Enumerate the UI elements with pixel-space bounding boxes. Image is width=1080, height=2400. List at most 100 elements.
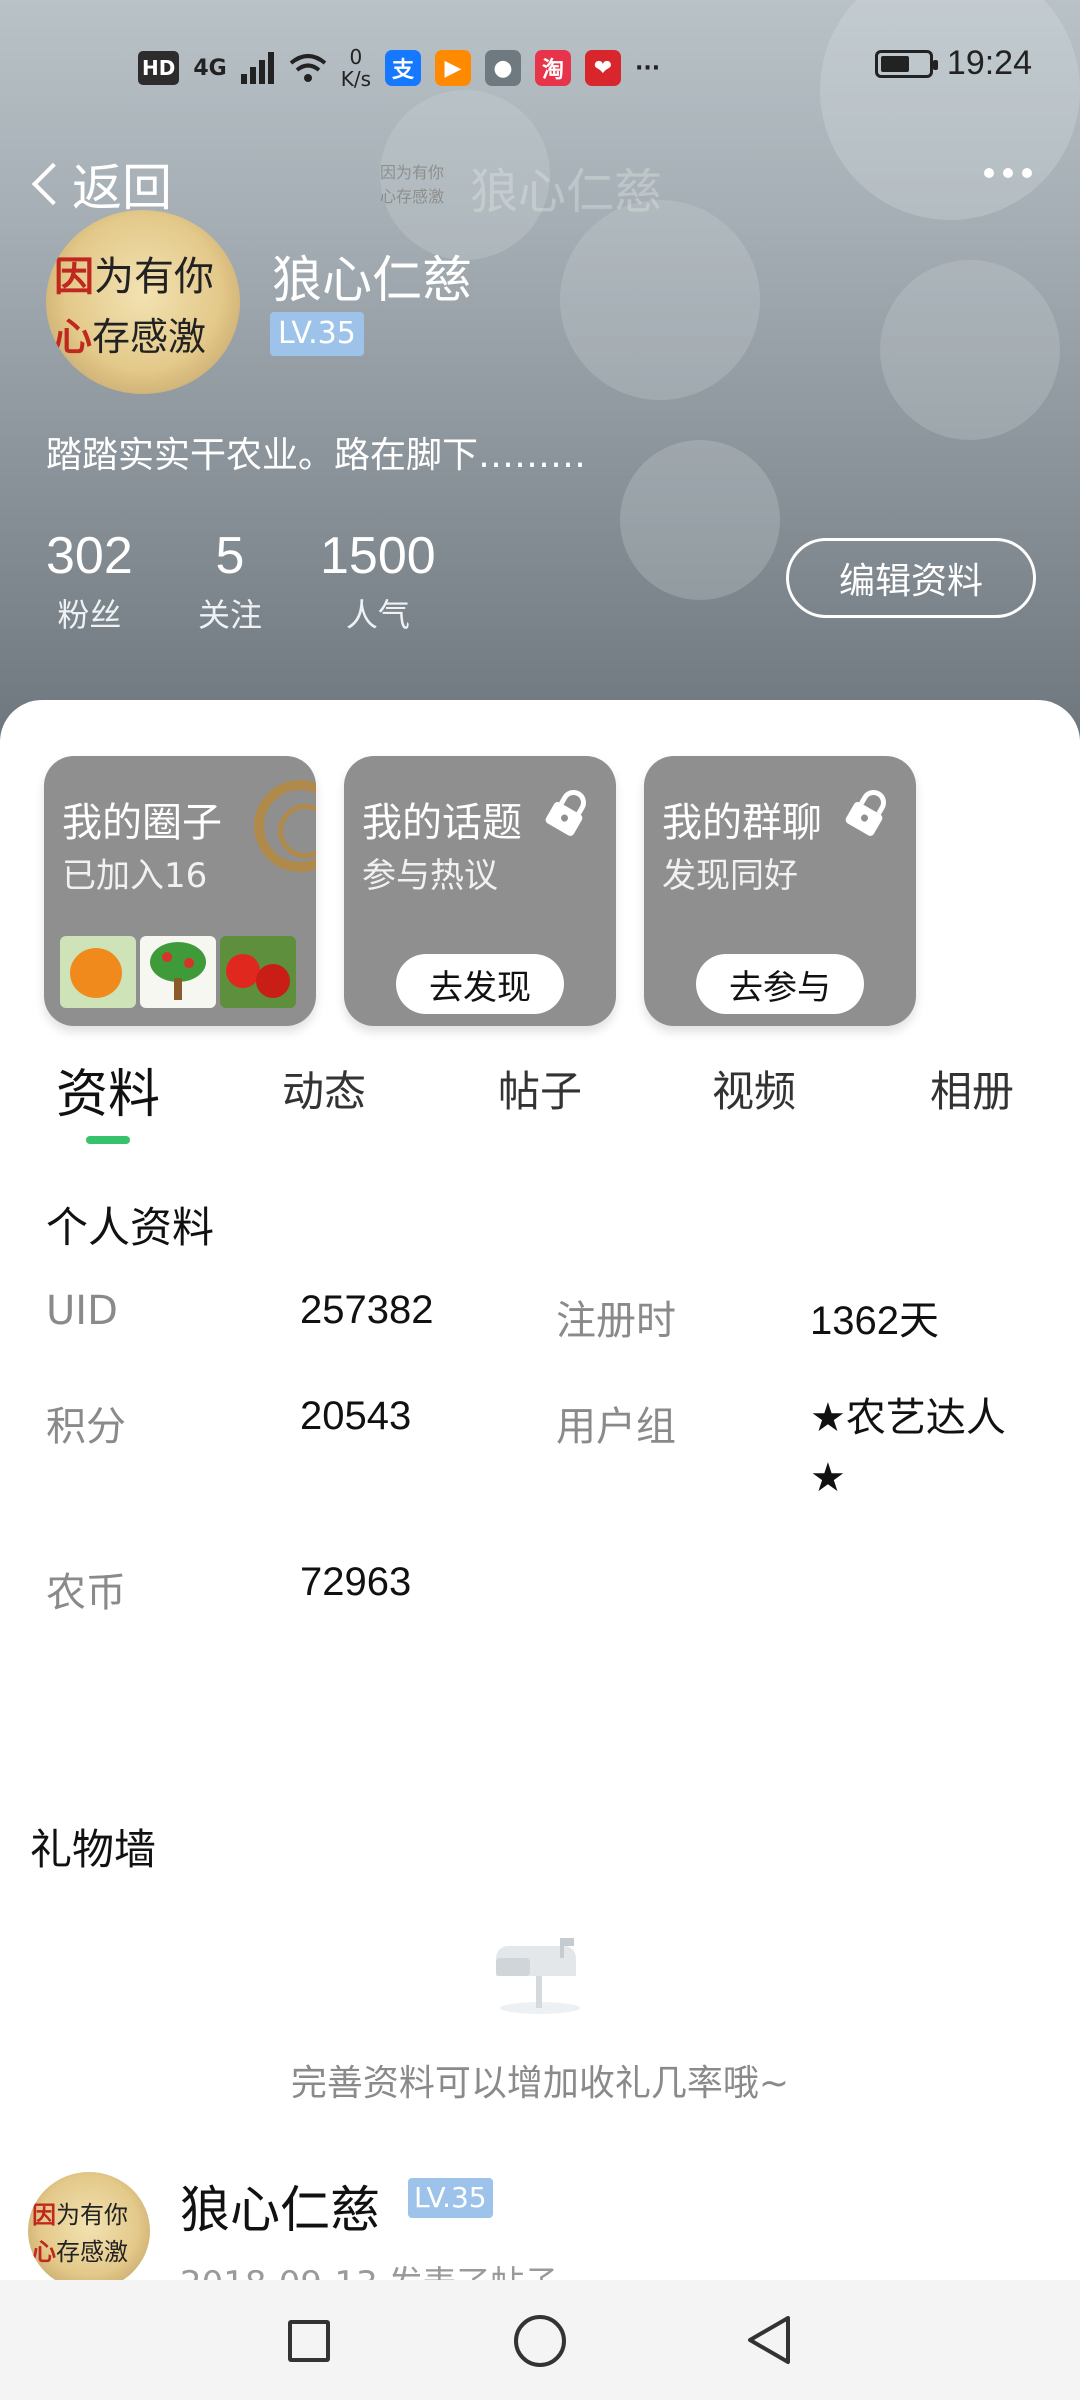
tomato-thumbnail: [220, 936, 296, 1008]
stat-fans[interactable]: 302 粉丝: [46, 526, 133, 636]
status-bar: HD 4G 0 K/s 支 ▶ ● 淘 ❤ ··· 19:24: [0, 0, 1080, 130]
profile-tabs: 资料 动态 帖子 视频 相册: [0, 1058, 1080, 1148]
ghost-logo-text2: 存感激: [396, 187, 445, 206]
nav-title-text: 狼心仁慈: [470, 164, 663, 220]
tab-activity[interactable]: 动态: [282, 1058, 366, 1119]
network-type: 4G: [193, 55, 227, 81]
avatar-glyph1: 因: [32, 2200, 56, 2229]
points-value: 20543: [300, 1394, 412, 1438]
circle-thumbnails: [60, 936, 296, 1008]
edit-profile-button[interactable]: 编辑资料: [786, 538, 1036, 618]
ghost-logo-text1: 为有你: [396, 163, 445, 182]
home-button[interactable]: [514, 2315, 566, 2367]
more-dot-icon: [984, 168, 994, 178]
stat-value: 302: [46, 527, 133, 585]
more-dot-icon: [1003, 168, 1013, 178]
net-speed-unit: K/s: [340, 67, 371, 91]
nav-title: 因为有你 心存感激 狼心仁慈: [380, 152, 662, 222]
card-title: 我的圈子: [62, 800, 222, 846]
lock-icon: [545, 789, 586, 836]
wifi-icon: [289, 54, 326, 82]
stat-value: 1500: [320, 527, 436, 585]
signal-icon: [240, 52, 274, 84]
avatar-text2: 存感激: [92, 314, 207, 359]
stat-label: 关注: [198, 596, 263, 634]
system-back-button[interactable]: [744, 2314, 792, 2366]
avatar-text-line2: 心存感激: [32, 2232, 150, 2267]
gift-wall-hint: 完善资料可以增加收礼几率哦~: [290, 2063, 790, 2104]
section-title-details: 个人资料: [46, 1203, 215, 1252]
back-chevron-icon: [31, 162, 75, 206]
coins-label: 农币: [46, 1570, 126, 1616]
post-author-avatar[interactable]: 因为有你 心存感激: [28, 2172, 150, 2290]
stat-value: 5: [215, 527, 245, 585]
mailbox-icon: [496, 1938, 580, 2014]
taobao-icon: 淘: [535, 50, 571, 86]
avatar-text-line1: 因为有你: [32, 2195, 150, 2230]
back-button[interactable]: 返回: [28, 148, 172, 220]
registered-label: 注册时: [556, 1298, 676, 1344]
card-subtitle: 参与热议: [362, 856, 498, 896]
video-app-icon: ▶: [435, 50, 471, 86]
user-group-value: ★农艺达人★: [810, 1395, 1006, 1501]
tree-thumbnail: [140, 936, 216, 1008]
card-title: 我的群聊: [662, 800, 822, 846]
lock-icon: [845, 789, 886, 836]
uid-label: UID: [46, 1288, 118, 1334]
my-topics-card[interactable]: 我的话题 参与热议 去发现: [344, 756, 616, 1026]
tab-videos[interactable]: 视频: [712, 1058, 796, 1119]
avatar-text-line1: 因为有你: [54, 244, 240, 302]
my-circles-card[interactable]: 我的圈子 已加入16: [44, 756, 316, 1026]
ghost-logo-glyph1: 因: [380, 163, 397, 182]
level-badge: LV.35: [270, 312, 364, 356]
battery-icon: [874, 49, 938, 78]
stat-popularity[interactable]: 1500 人气: [320, 526, 436, 636]
points-label: 积分: [46, 1404, 126, 1450]
back-label: 返回: [72, 159, 172, 217]
card-subtitle: 已加入16: [62, 856, 208, 896]
avatar-glyph1: 因: [54, 252, 94, 300]
more-options-button[interactable]: [984, 168, 1032, 178]
avatar-text1: 为有你: [94, 253, 214, 300]
tab-profile[interactable]: 资料: [56, 1052, 160, 1127]
my-group-chats-card[interactable]: 我的群聊 发现同好 去参与: [644, 756, 916, 1026]
circle-logo-icon: [254, 780, 316, 872]
discover-button[interactable]: 去发现: [396, 954, 564, 1014]
battery-fill: [880, 55, 909, 72]
stat-following[interactable]: 5 关注: [198, 526, 262, 636]
tab-album[interactable]: 相册: [930, 1058, 1014, 1119]
alipay-icon: 支: [385, 50, 421, 86]
status-time: 19:24: [946, 44, 1032, 82]
card-title: 我的话题: [362, 800, 522, 846]
net-speed: 0 K/s: [341, 46, 371, 90]
section-title-gift-wall: 礼物墙: [30, 1825, 157, 1874]
recent-apps-button[interactable]: [288, 2320, 330, 2362]
nav-title-logo: 因为有你 心存感激: [380, 161, 454, 213]
avatar-text1: 为有你: [56, 2201, 128, 2229]
pinduoduo-icon: ❤: [585, 50, 621, 86]
ghost-logo-glyph2: 心: [380, 187, 397, 206]
hd-indicator: HD: [138, 51, 180, 85]
stat-label: 粉丝: [57, 596, 122, 634]
avatar[interactable]: 因为有你 心存感激: [46, 210, 240, 394]
active-tab-indicator: [86, 1136, 130, 1144]
system-navigation-bar: [0, 2280, 1080, 2400]
avatar-text-line2: 心存感激: [54, 306, 240, 361]
coins-value: 72963: [300, 1560, 412, 1604]
more-dot-icon: [1022, 168, 1032, 178]
more-notifications-icon: ···: [635, 55, 661, 81]
card-subtitle: 发现同好: [662, 856, 798, 896]
registered-value: 1362天: [810, 1299, 939, 1343]
profile-bio: 踏踏实实干农业。路在脚下………: [46, 435, 587, 476]
post-level-badge: LV.35: [408, 2178, 493, 2218]
profile-name: 狼心仁慈: [272, 251, 472, 309]
join-button[interactable]: 去参与: [696, 954, 864, 1014]
user-group-label: 用户组: [556, 1404, 676, 1450]
orange-thumbnail: [60, 936, 136, 1008]
tab-posts[interactable]: 帖子: [498, 1058, 582, 1119]
net-speed-value: 0: [349, 45, 363, 69]
avatar-text2: 存感激: [56, 2238, 128, 2266]
uid-value: 257382: [300, 1288, 434, 1332]
stat-label: 人气: [345, 596, 410, 634]
post-author-name[interactable]: 狼心仁慈: [180, 2170, 380, 2242]
